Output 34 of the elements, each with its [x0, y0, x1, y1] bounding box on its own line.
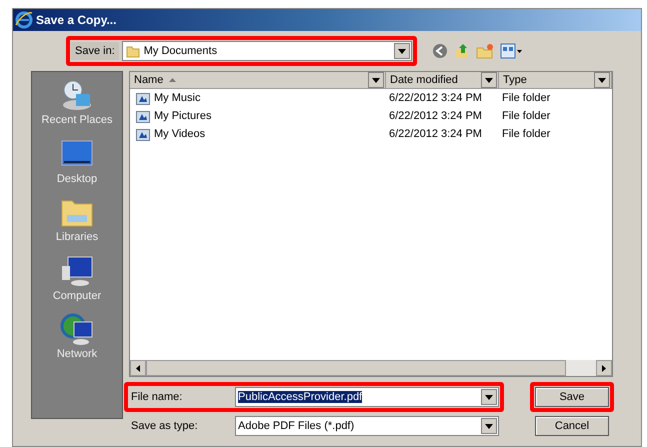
back-icon[interactable] [432, 43, 448, 59]
save-in-value: My Documents [144, 44, 218, 59]
column-filter-icon[interactable] [481, 72, 497, 88]
save-in-dropdown[interactable]: My Documents [122, 41, 412, 61]
network-icon [59, 312, 95, 346]
file-name-cell[interactable]: My Music [154, 90, 200, 106]
save-in-label: Save in: [71, 42, 119, 60]
column-header[interactable]: Type [499, 72, 612, 88]
column-filter-icon[interactable] [368, 72, 384, 88]
column-header[interactable]: Name [130, 72, 386, 88]
left-arrow-icon[interactable] [136, 364, 140, 372]
view-menu-icon[interactable] [500, 43, 522, 59]
window-title: Save a Copy... [36, 12, 116, 29]
file-name-field[interactable]: PublicAccessProvider.pdf [235, 387, 499, 407]
browser-logo-icon [15, 11, 33, 29]
right-arrow-icon[interactable] [602, 364, 606, 372]
field-label: Save as type: [130, 418, 199, 434]
sort-arrow-icon [169, 78, 176, 82]
file-name-cell[interactable]: My Videos [154, 126, 206, 142]
type-cell-text: File folder [501, 90, 550, 106]
column-header[interactable]: Date modified [386, 72, 499, 88]
dialog-button[interactable]: Cancel [535, 416, 609, 436]
type-cell-text: File folder [501, 108, 550, 124]
horizontal-scrollbar[interactable] [130, 360, 612, 376]
type-cell-text: File folder [501, 126, 550, 142]
column-filter-icon[interactable] [594, 72, 610, 88]
computer-icon [59, 254, 95, 288]
date-cell-text: 6/22/2012 3:24 PM [388, 90, 483, 106]
file-name-cell[interactable]: My Pictures [154, 108, 212, 124]
dialog-button[interactable]: Save [535, 387, 609, 407]
date-cell-text: 6/22/2012 3:24 PM [388, 126, 483, 142]
save-as-type-dropdown[interactable]: Adobe PDF Files (*.pdf) [235, 416, 499, 436]
date-cell-text: 6/22/2012 3:24 PM [388, 108, 483, 124]
field-label: File name: [130, 390, 184, 405]
